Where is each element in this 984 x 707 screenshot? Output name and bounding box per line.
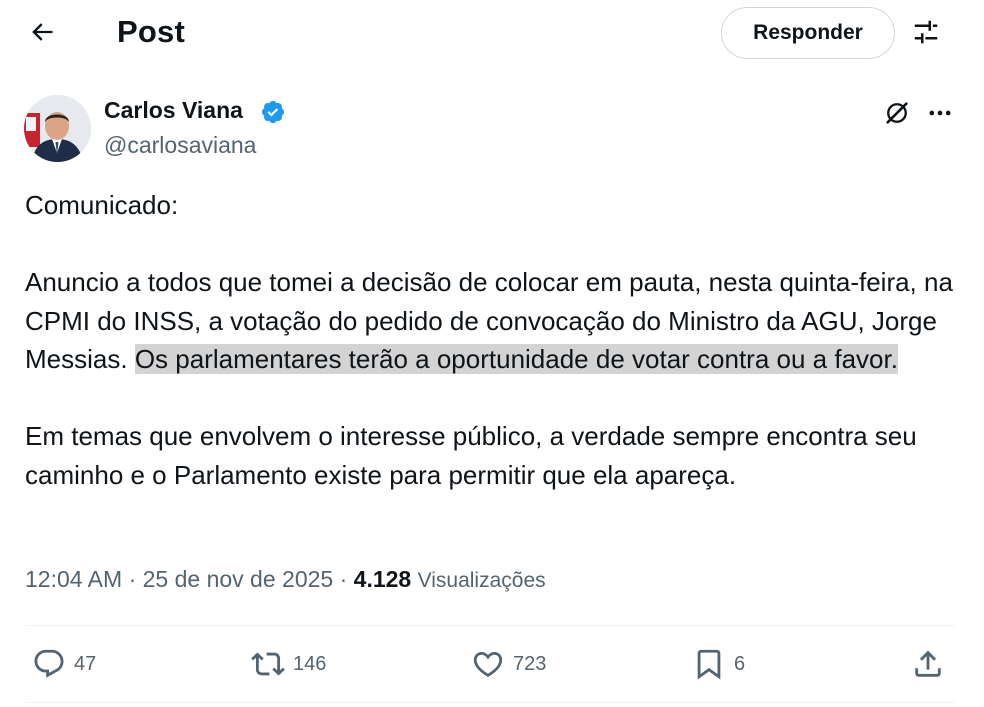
- verified-badge-icon: [260, 99, 286, 125]
- grok-button[interactable]: [877, 97, 917, 133]
- views-count: 4.128: [353, 566, 412, 592]
- tweet-meta: 12:04 AM · 25 de nov de 2025 · 4.128 Vis…: [25, 566, 546, 593]
- repost-icon: [251, 647, 285, 681]
- bookmark-icon: [692, 647, 726, 681]
- reply-bubble-icon: [32, 647, 66, 681]
- reply-count: 47: [74, 652, 97, 675]
- heart-icon: [471, 647, 505, 681]
- tweet-intro: Comunicado:: [25, 190, 179, 220]
- author-handle[interactable]: @carlosaviana: [104, 132, 256, 159]
- tweet-time[interactable]: 12:04 AM: [25, 566, 122, 592]
- bookmark-action[interactable]: 6: [692, 644, 745, 684]
- tweet-paragraph-1: Anuncio a todos que tomei a decisão de c…: [25, 263, 960, 379]
- filter-button[interactable]: [905, 14, 947, 54]
- bookmark-count: 6: [734, 652, 746, 675]
- share-action[interactable]: [911, 644, 945, 684]
- reply-action[interactable]: 47: [32, 644, 96, 684]
- author-name[interactable]: Carlos Viana: [104, 97, 243, 124]
- meta-separator-2: ·: [333, 566, 354, 592]
- tweet-date[interactable]: 25 de nov de 2025: [143, 566, 334, 592]
- more-dots-icon: [926, 99, 954, 132]
- divider: [25, 702, 955, 703]
- highlighted-text: Os parlamentares terão a oportunidade de…: [134, 344, 898, 374]
- tweet-paragraph-2: Em temas que envolvem o interesse públic…: [25, 421, 924, 490]
- back-button[interactable]: [22, 14, 62, 54]
- page-title: Post: [117, 14, 185, 49]
- arrow-left-icon: [28, 18, 56, 51]
- author-block: Carlos Viana @carlosaviana: [24, 95, 954, 163]
- sliders-icon: [911, 17, 941, 52]
- repost-action[interactable]: 146: [251, 644, 326, 684]
- grok-icon: [883, 99, 911, 132]
- meta-separator: ·: [122, 566, 143, 592]
- views-label: Visualizações: [417, 569, 546, 592]
- divider: [25, 625, 955, 626]
- tweet-text: Comunicado: Anuncio a todos que tomei a …: [25, 186, 960, 494]
- more-button[interactable]: [920, 97, 960, 133]
- like-count: 723: [513, 652, 547, 675]
- post-header: Post Responder: [0, 0, 984, 66]
- repost-count: 146: [293, 652, 327, 675]
- reply-button[interactable]: Responder: [721, 7, 895, 59]
- share-icon: [911, 647, 945, 681]
- like-action[interactable]: 723: [471, 644, 546, 684]
- avatar[interactable]: [24, 95, 91, 162]
